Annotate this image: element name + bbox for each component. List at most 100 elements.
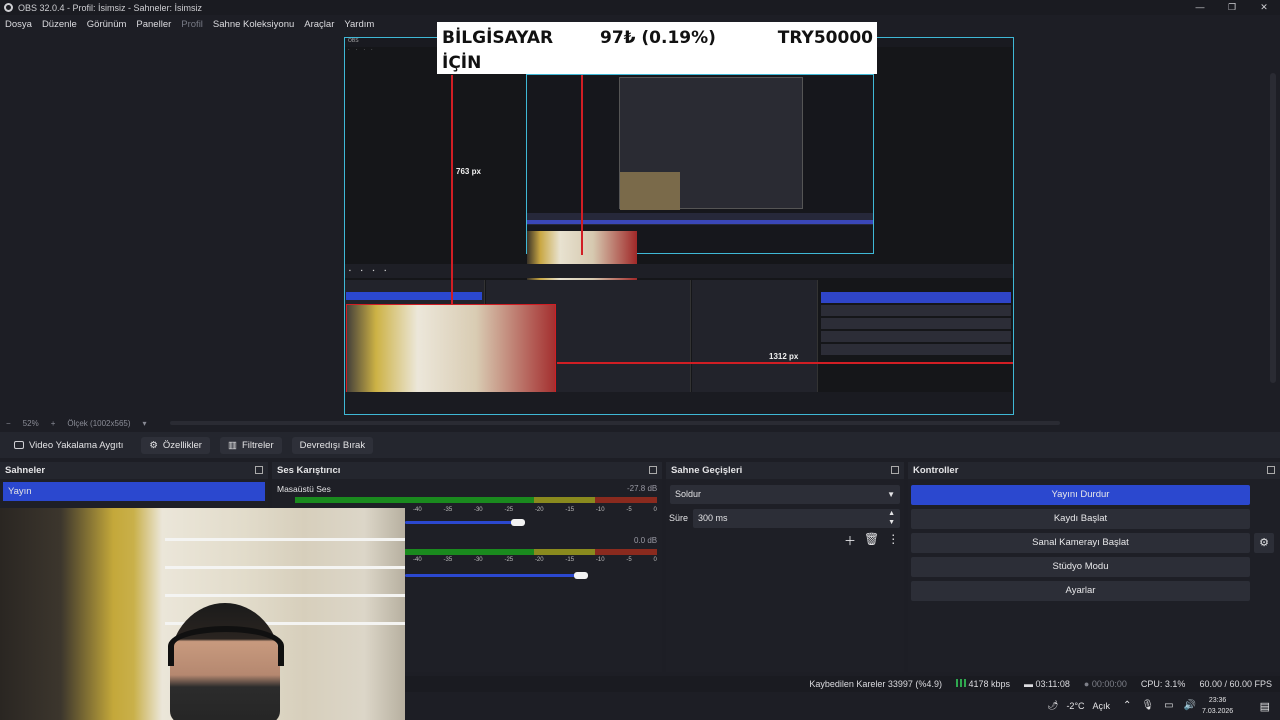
menu-tools[interactable]: Araçlar xyxy=(299,19,339,30)
camera-icon xyxy=(14,441,24,449)
mixer-dock-header: Ses Karıştırıcı xyxy=(272,462,662,479)
maximize-button[interactable]: ❐ xyxy=(1216,0,1248,15)
system-tray: ⌃ 🎙 ▭ 🔊 xyxy=(1123,700,1196,711)
headset xyxy=(168,626,284,666)
duration-spinner[interactable]: ▲ ▼ xyxy=(888,509,895,527)
mixer-channel-name: Masaüstü Ses xyxy=(277,484,331,494)
menu-docks[interactable]: Paneller xyxy=(131,19,176,30)
transition-select[interactable]: Soldur ▼ xyxy=(670,485,900,504)
undock-icon[interactable] xyxy=(255,466,263,474)
preview-horizontal-scrollbar[interactable] xyxy=(170,421,1060,425)
menu-profile[interactable]: Profil xyxy=(176,19,208,30)
stop-streaming-button[interactable]: Yayını Durdur xyxy=(911,485,1250,505)
preview-vertical-scrollbar[interactable] xyxy=(1270,73,1276,383)
meter-tick-label: -15 xyxy=(565,557,575,563)
menu-scene-collection[interactable]: Sahne Koleksiyonu xyxy=(208,19,299,30)
meter-yellow xyxy=(533,549,596,555)
goal-target: TRY50000 xyxy=(777,28,873,48)
meter-tick-label: -30 xyxy=(473,557,483,563)
meter-tick-label: -15 xyxy=(565,507,575,513)
menu-edit[interactable]: Düzenle xyxy=(37,19,82,30)
zoom-in-button[interactable]: + xyxy=(51,419,56,428)
volume-slider-handle[interactable] xyxy=(511,519,526,526)
selected-source-name: Video Yakalama Aygıtı xyxy=(29,439,124,451)
close-button[interactable]: ✕ xyxy=(1248,0,1280,15)
donation-goal-overlay: BİLGİSAYAR İÇİN 97₺ (0.19%) TRY50000 xyxy=(437,22,877,74)
meter-tick-label: -20 xyxy=(534,507,544,513)
add-transition-icon[interactable]: ＋ xyxy=(844,532,856,549)
undock-icon[interactable] xyxy=(1267,466,1275,474)
deactivate-button[interactable]: Devredışı Bırak xyxy=(291,436,374,454)
trash-icon[interactable]: 🗑 xyxy=(864,532,879,549)
meter-tick-label: -10 xyxy=(595,507,605,513)
nested-studio-button xyxy=(821,331,1011,342)
dropped-frames: Kaybedilen Kareler 33997 (%4.9) xyxy=(809,679,942,689)
filter-icon: ▥ xyxy=(227,439,237,451)
zoom-percent: 52% xyxy=(22,418,39,428)
transitions-title: Sahne Geçişleri xyxy=(671,465,743,476)
program-preview[interactable]: OBS · · · · ▪ ▪ ▪ ▪ 763 px 1312 px xyxy=(344,37,1014,415)
meter-tick-label: 0 xyxy=(653,557,657,563)
bitrate-indicator: 4178 kbps xyxy=(955,679,1010,689)
window-controls: — ❐ ✕ xyxy=(1184,0,1280,15)
volume-slider[interactable] xyxy=(405,574,582,577)
menu-help[interactable]: Yardım xyxy=(339,19,379,30)
properties-button[interactable]: ⚙ Özellikler xyxy=(141,436,210,454)
chevron-up-icon[interactable]: ⌃ xyxy=(1123,700,1131,711)
volume-icon[interactable]: 🔊 xyxy=(1184,700,1196,711)
status-bar: Kaybedilen Kareler 33997 (%4.9) 4178 kbp… xyxy=(405,676,1280,692)
meter-red xyxy=(595,497,657,503)
studio-mode-button[interactable]: Stüdyo Modu xyxy=(911,557,1250,577)
weather-widget[interactable]: 🌶 -2°C Açık xyxy=(1047,700,1110,711)
volume-slider[interactable] xyxy=(405,521,519,524)
nested-preview xyxy=(526,74,874,293)
duration-value: 300 ms xyxy=(698,513,728,523)
nested-source-toolbar: ▪ ▪ ▪ ▪ xyxy=(345,264,1013,278)
nested-measure-line xyxy=(581,75,583,255)
measure-width-label: 1312 px xyxy=(769,352,799,361)
virtual-camera-settings-icon[interactable]: ⚙ xyxy=(1254,533,1274,553)
network-icon[interactable]: ▭ xyxy=(1164,700,1173,711)
menu-view[interactable]: Görünüm xyxy=(82,19,132,30)
start-recording-button[interactable]: Kaydı Başlat xyxy=(911,509,1250,529)
volume-meter xyxy=(295,497,657,503)
nested-vcam-button xyxy=(821,318,1011,329)
nested-stop-stream-button xyxy=(821,292,1011,303)
settings-button[interactable]: Ayarlar xyxy=(911,581,1250,601)
zoom-bar: − 52% + Ölçek (1002x565) ▾ xyxy=(0,416,1280,430)
measure-line-vertical xyxy=(451,75,453,305)
undock-icon[interactable] xyxy=(649,466,657,474)
meter-tick-label: 0 xyxy=(653,507,657,513)
menu-file[interactable]: Dosya xyxy=(0,19,37,30)
nested-scene-selected xyxy=(346,292,482,300)
filters-button[interactable]: ▥ Filtreler xyxy=(219,436,282,454)
mixer-title: Ses Karıştırıcı xyxy=(277,465,341,476)
scale-dropdown[interactable]: Ölçek (1002x565) xyxy=(67,419,130,428)
zoom-out-button[interactable]: − xyxy=(6,419,11,428)
nested-settings-button xyxy=(821,344,1011,355)
stream-time-value: 03:11:08 xyxy=(1035,679,1070,689)
microphone-icon[interactable]: 🎙 xyxy=(1141,700,1154,711)
goal-label: BİLGİSAYAR İÇİN xyxy=(442,26,553,76)
volume-slider-handle[interactable] xyxy=(574,572,589,579)
meter-tick-label: -35 xyxy=(443,507,453,513)
taskbar: 🌶 -2°C Açık ⌃ 🎙 ▭ 🔊 23:36 7.03.2026 ▤ xyxy=(405,692,1280,720)
scene-item-selected[interactable]: Yayın xyxy=(3,482,265,501)
clock[interactable]: 23:36 7.03.2026 xyxy=(1202,695,1233,717)
minimize-button[interactable]: — xyxy=(1184,0,1216,15)
notification-icon[interactable]: ▤ xyxy=(1260,700,1270,713)
temperature: -2°C xyxy=(1066,700,1085,711)
more-options-icon[interactable]: ⋮ xyxy=(887,532,899,549)
meter-tick-label: -35 xyxy=(443,557,453,563)
meter-scale: -40 -35 -30 -25 -20 -15 -10 -5 0 xyxy=(413,507,657,513)
shelf xyxy=(165,566,405,569)
webcam-overlay xyxy=(0,508,405,720)
duration-input[interactable]: 300 ms ▲ ▼ xyxy=(693,509,900,528)
meter-red xyxy=(595,549,657,555)
meter-tick-label: -25 xyxy=(504,507,514,513)
undock-icon[interactable] xyxy=(891,466,899,474)
start-virtual-camera-button[interactable]: Sanal Kamerayı Başlat xyxy=(911,533,1250,553)
scale-chevron-icon[interactable]: ▾ xyxy=(143,419,147,428)
mixer-channel-db: -27.8 dB xyxy=(627,484,658,493)
goal-label-line1: BİLGİSAYAR xyxy=(442,28,554,48)
